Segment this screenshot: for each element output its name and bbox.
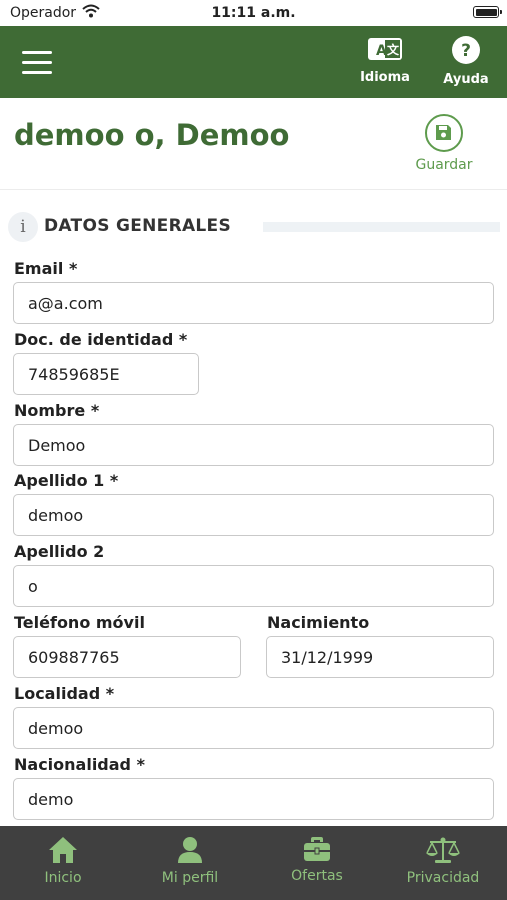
mobile-phone-field[interactable] bbox=[13, 636, 241, 678]
svg-text:文: 文 bbox=[387, 42, 400, 57]
tab-label: Privacidad bbox=[406, 870, 480, 886]
clock-time: 11:11 a.m. bbox=[211, 5, 296, 21]
status-bar: Operador 11:11 a.m. bbox=[0, 0, 507, 26]
translate-icon: A 文 bbox=[368, 38, 402, 60]
app-header: A 文 Idioma ? Ayuda bbox=[0, 26, 507, 98]
user-icon bbox=[178, 837, 202, 863]
hamburger-menu-icon[interactable] bbox=[22, 51, 54, 75]
mobile-phone-label: Teléfono móvil bbox=[14, 613, 145, 632]
home-icon bbox=[49, 837, 77, 863]
surname1-label: Apellido 1 * bbox=[14, 471, 119, 490]
doc-id-field[interactable] bbox=[13, 353, 199, 395]
tab-label: Inicio bbox=[44, 870, 82, 886]
locality-label: Localidad * bbox=[14, 684, 115, 703]
nationality-label: Nacionalidad * bbox=[14, 755, 145, 774]
save-label: Guardar bbox=[415, 157, 473, 173]
help-label: Ayuda bbox=[443, 72, 489, 87]
birthdate-label: Nacimiento bbox=[267, 613, 370, 632]
tab-privacidad[interactable]: Privacidad bbox=[388, 836, 498, 886]
tab-ofertas[interactable]: Ofertas bbox=[262, 836, 372, 884]
first-name-label: Nombre * bbox=[14, 401, 100, 420]
tab-label: Ofertas bbox=[291, 868, 343, 884]
battery-icon bbox=[473, 6, 502, 18]
language-label: Idioma bbox=[360, 70, 410, 85]
surname2-field[interactable] bbox=[13, 565, 494, 607]
email-label: Email * bbox=[14, 259, 78, 278]
help-button[interactable]: ? Ayuda bbox=[431, 36, 501, 87]
profile-title-bar: demoo o, Demoo Guardar bbox=[0, 98, 507, 190]
language-button[interactable]: A 文 Idioma bbox=[350, 36, 420, 85]
tab-mi-perfil[interactable]: Mi perfil bbox=[135, 836, 245, 886]
info-icon: i bbox=[8, 212, 38, 242]
surname2-label: Apellido 2 bbox=[14, 542, 105, 561]
tab-label: Mi perfil bbox=[161, 870, 219, 886]
save-button[interactable]: Guardar bbox=[405, 114, 483, 173]
nationality-field[interactable] bbox=[13, 778, 494, 820]
doc-id-label: Doc. de identidad * bbox=[14, 330, 188, 349]
bottom-tab-bar: Inicio Mi perfil Ofertas Privacidad bbox=[0, 826, 507, 900]
section-title: DATOS GENERALES bbox=[44, 216, 232, 236]
section-header: i DATOS GENERALES bbox=[8, 212, 500, 242]
email-field[interactable] bbox=[13, 282, 494, 324]
section-divider bbox=[263, 222, 500, 232]
briefcase-icon bbox=[304, 837, 330, 861]
first-name-field[interactable] bbox=[13, 424, 494, 466]
floppy-disk-icon bbox=[425, 114, 463, 152]
help-circle-icon: ? bbox=[452, 36, 480, 64]
tab-inicio[interactable]: Inicio bbox=[8, 836, 118, 886]
svg-text:?: ? bbox=[461, 41, 471, 61]
surname1-field[interactable] bbox=[13, 494, 494, 536]
balance-scale-icon bbox=[426, 837, 460, 863]
page-title: demoo o, Demoo bbox=[14, 118, 290, 152]
birthdate-field[interactable] bbox=[266, 636, 494, 678]
locality-field[interactable] bbox=[13, 707, 494, 749]
